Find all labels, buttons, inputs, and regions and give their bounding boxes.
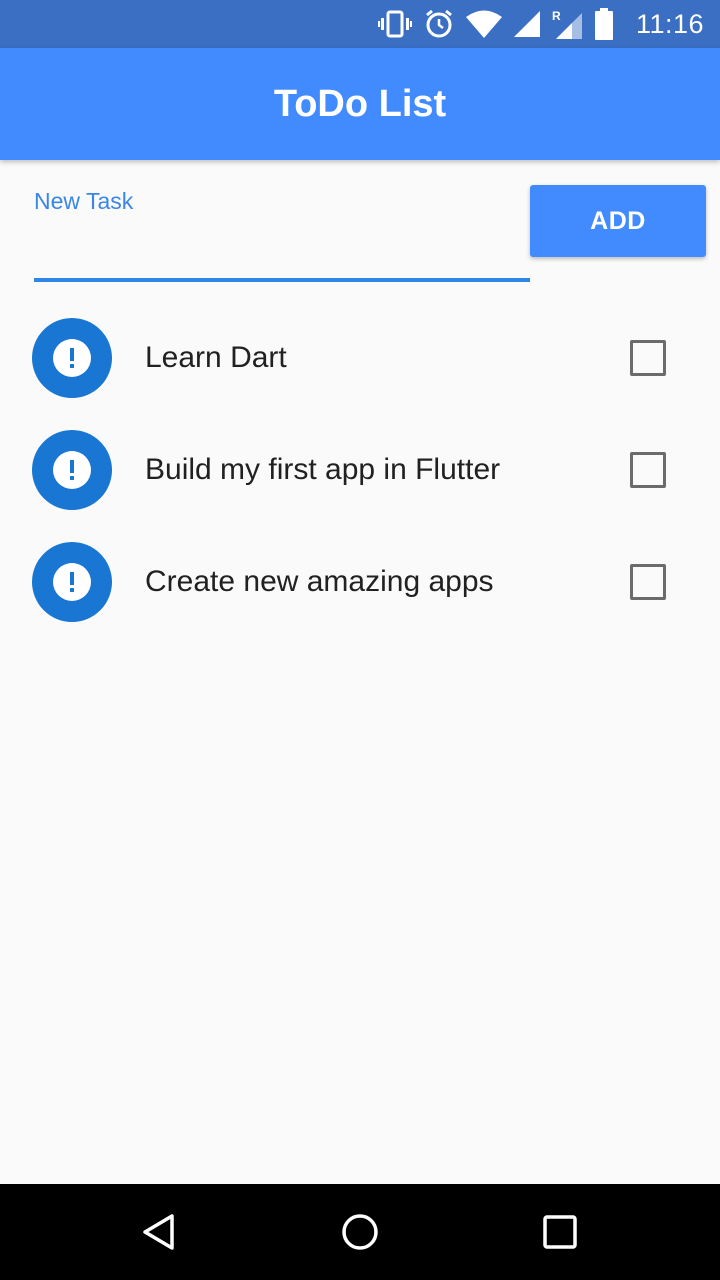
app-bar: ToDo List	[0, 48, 720, 160]
roaming-indicator: R	[552, 9, 561, 23]
list-item[interactable]: Build my first app in Flutter	[0, 414, 720, 526]
new-task-field[interactable]: New Task	[34, 180, 530, 282]
alarm-icon	[424, 9, 454, 39]
list-item[interactable]: Create new amazing apps	[0, 526, 720, 638]
task-avatar	[32, 430, 112, 510]
status-bar: R 11:16	[0, 0, 720, 48]
status-time: 11:16	[635, 8, 704, 39]
home-icon	[342, 1214, 378, 1250]
back-button[interactable]	[136, 1208, 184, 1256]
battery-icon	[594, 8, 614, 40]
add-button[interactable]: ADD	[530, 185, 706, 257]
priority-exclamation-icon	[53, 563, 91, 601]
task-avatar	[32, 318, 112, 398]
roaming-signal-icon: R	[552, 9, 582, 39]
wifi-icon	[465, 10, 502, 38]
task-list: Learn Dart Build my first app in Flutter…	[0, 302, 720, 638]
list-item[interactable]: Learn Dart	[0, 302, 720, 414]
task-checkbox[interactable]	[630, 452, 666, 488]
task-avatar	[32, 542, 112, 622]
recents-icon	[543, 1215, 577, 1249]
task-label: Create new amazing apps	[145, 565, 494, 598]
task-label: Learn Dart	[145, 341, 287, 374]
task-label: Build my first app in Flutter	[145, 453, 501, 486]
priority-exclamation-icon	[53, 339, 91, 377]
new-task-input[interactable]	[34, 224, 530, 274]
status-icons: R 11:16	[366, 0, 704, 48]
back-icon	[143, 1214, 174, 1250]
navigation-bar	[0, 1184, 720, 1280]
new-task-label: New Task	[34, 188, 134, 214]
home-button[interactable]	[336, 1208, 384, 1256]
task-checkbox[interactable]	[630, 340, 666, 376]
new-task-underline	[34, 278, 530, 282]
page-title: ToDo List	[273, 82, 447, 125]
cell-signal-icon	[513, 11, 540, 37]
task-checkbox[interactable]	[630, 564, 666, 600]
vibrate-icon	[377, 10, 412, 38]
priority-exclamation-icon	[53, 451, 91, 489]
recents-button[interactable]	[536, 1208, 584, 1256]
